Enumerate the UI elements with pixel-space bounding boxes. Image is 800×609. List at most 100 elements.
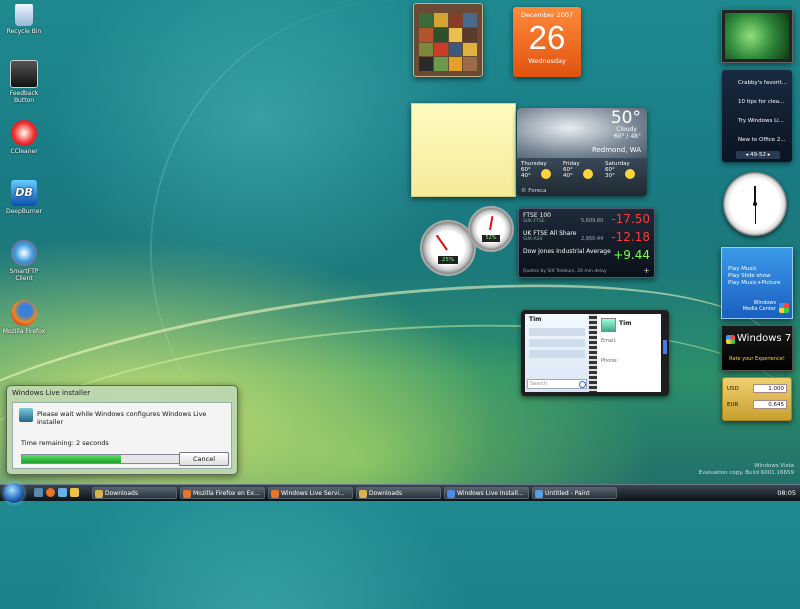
desktop-icon-label: Recycle Bin — [6, 28, 42, 35]
memory-dial: 52% — [468, 206, 514, 252]
currency-gadget[interactable]: USD 1.000 EUR 0.645 — [722, 377, 792, 421]
feed-item[interactable]: Crabby's favorit... — [738, 80, 787, 86]
windows7-gadget[interactable]: Windows 7 Rate your Experience! — [721, 325, 793, 371]
next-icon[interactable]: ▸ — [768, 152, 771, 158]
memory-needle-icon — [489, 216, 494, 231]
installer-progress-fill — [22, 455, 122, 463]
weather-gadget[interactable]: 50° Cloudy 60° / 48° Redmond, WA Thursda… — [517, 108, 647, 196]
desktop-icon-recycle-bin[interactable]: Recycle Bin — [2, 4, 46, 35]
contacts-search-input[interactable]: Search — [527, 379, 587, 389]
desktop-icon-firefox[interactable]: Mozilla Firefox — [2, 300, 46, 335]
list-item[interactable] — [529, 328, 585, 336]
taskbar-button[interactable]: Downloads — [92, 487, 177, 499]
list-item[interactable] — [529, 350, 585, 358]
taskbar-button[interactable]: Windows Live Servi... — [268, 487, 353, 499]
contacts-list: Tim Search — [525, 314, 589, 392]
show-desktop-icon[interactable] — [34, 488, 43, 497]
feed-headlines-gadget[interactable]: Crabby's favorit... 10 tips for clea... … — [722, 70, 792, 162]
contact-card: Tim Email: Phone: — [597, 314, 661, 392]
cancel-button[interactable]: Cancel — [179, 452, 229, 466]
currency-value: 0.645 — [753, 400, 787, 409]
feed-item[interactable]: 10 tips for clea... — [738, 99, 784, 105]
taskbar-clock[interactable]: 08:05 — [777, 487, 796, 499]
taskbar-button-label: Mozilla Firefox en Ex... — [193, 490, 260, 497]
clock-gadget[interactable] — [723, 172, 787, 236]
media-player-icon[interactable] — [70, 488, 79, 497]
installer-icon — [19, 408, 33, 422]
stock-row[interactable]: UK FTSE All Share SUK:ASX 2,950.44 -12.1… — [523, 230, 650, 246]
forecast-day: Friday 60° 40° — [563, 161, 603, 179]
desktop-icon-label: Feedback Button — [9, 90, 39, 104]
ccleaner-icon — [11, 120, 37, 146]
calendar-month: December 2007 — [520, 11, 574, 19]
picture-puzzle-gadget[interactable] — [413, 3, 483, 77]
stock-row[interactable]: FTSE 100 SUK:FTSE 5,609.80 -17.50 — [523, 212, 650, 228]
windows7-tagline[interactable]: Rate your Experience! — [722, 356, 792, 362]
firefox-icon — [11, 300, 37, 326]
stock-change: +9.44 — [613, 248, 650, 262]
taskbar-button[interactable]: Windows Live Install... — [444, 487, 529, 499]
prev-icon[interactable]: ◂ — [745, 152, 748, 158]
contacts-list-header: Tim — [529, 316, 542, 323]
ftp-icon — [11, 240, 37, 266]
media-item[interactable]: Play Music+Picture — [728, 280, 780, 286]
task-app-icon — [447, 490, 455, 498]
calendar-day: 26 — [528, 19, 566, 56]
contacts-gadget[interactable]: Tim Search Tim Email: Phone: — [521, 310, 669, 396]
start-button[interactable] — [4, 483, 24, 503]
desktop-icon-smartftp[interactable]: SmartFTP Client — [2, 240, 46, 282]
media-item[interactable]: Play Music — [728, 266, 757, 272]
stock-row[interactable]: Dow Jones Industrial Average +9.44 — [523, 248, 650, 264]
taskbar-button-label: Downloads — [105, 490, 138, 497]
vista-watermark: Windows Vista Evaluation copy. Build 600… — [698, 463, 794, 476]
taskbar-button[interactable]: Mozilla Firefox en Ex... — [180, 487, 265, 499]
media-center-gadget[interactable]: Play Music Play Slide show Play Music+Pi… — [721, 247, 793, 319]
contact-name: Tim — [619, 320, 632, 327]
feedback-icon — [10, 60, 38, 88]
installer-time-remaining: Time remaining: 2 seconds — [21, 439, 109, 447]
sun-icon — [583, 169, 593, 179]
feed-item[interactable]: New to Office 2... — [738, 137, 786, 143]
windows-logo-icon — [779, 303, 789, 313]
contacts-tab[interactable] — [663, 340, 667, 354]
media-item[interactable]: Play Slide show — [728, 273, 771, 279]
feed-pager[interactable]: ◂ 49-52 ▸ — [736, 151, 780, 159]
contact-avatar — [601, 318, 616, 332]
add-stock-icon[interactable]: + — [643, 266, 650, 275]
slideshow-gadget[interactable] — [721, 9, 793, 63]
taskbar-button[interactable]: Untitled - Paint — [532, 487, 617, 499]
deepburner-icon: DB — [11, 180, 37, 206]
notes-gadget[interactable] — [411, 103, 516, 197]
calendar-gadget[interactable]: December 2007 26 Wednesday — [513, 7, 581, 77]
taskbar-button-label: Windows Live Install... — [457, 490, 524, 497]
firefox-quicklaunch-icon[interactable] — [46, 488, 55, 497]
search-icon[interactable] — [579, 381, 586, 388]
list-item[interactable] — [529, 339, 585, 347]
weather-temp: 50° — [610, 108, 641, 128]
currency-row[interactable]: USD 1.000 — [727, 384, 787, 394]
weather-forecast: Thursday 60° 40° Friday 60° 40° Saturday 6… — [521, 161, 645, 179]
cpu-value: 25% — [438, 256, 458, 264]
memory-value: 52% — [482, 235, 500, 242]
forecast-day: Thursday 60° 40° — [521, 161, 561, 179]
sun-icon — [541, 169, 551, 179]
puzzle-grid[interactable] — [419, 13, 477, 71]
recycle-bin-icon — [15, 4, 33, 26]
weather-source[interactable]: © Foreca — [521, 188, 547, 194]
feed-item[interactable]: Try Windows Li... — [738, 118, 784, 124]
minute-hand-icon — [754, 204, 756, 224]
desktop-icon-label: SmartFTP Client — [9, 268, 39, 282]
installer-window[interactable]: Windows Live installer Please wait while… — [6, 385, 238, 475]
stock-change: -17.50 — [611, 212, 650, 226]
desktop-icon-feedback[interactable]: Feedback Button — [2, 60, 46, 104]
desktop-icon-deepburner[interactable]: DB DeepBurner — [2, 180, 46, 215]
contacts-binding — [589, 314, 597, 392]
stocks-gadget[interactable]: FTSE 100 SUK:FTSE 5,609.80 -17.50 UK FTS… — [518, 208, 655, 278]
stocks-footer: Quotes by SIX Telekurs, 20 min delay — [523, 269, 607, 274]
taskbar-button[interactable]: Downloads — [356, 487, 441, 499]
currency-row[interactable]: EUR 0.645 — [727, 400, 787, 410]
desktop-icon-ccleaner[interactable]: CCleaner — [2, 120, 46, 155]
installer-title[interactable]: Windows Live installer — [7, 386, 237, 400]
switch-windows-icon[interactable] — [58, 488, 67, 497]
cpu-meter-gadget[interactable]: 25% 52% — [418, 206, 514, 276]
